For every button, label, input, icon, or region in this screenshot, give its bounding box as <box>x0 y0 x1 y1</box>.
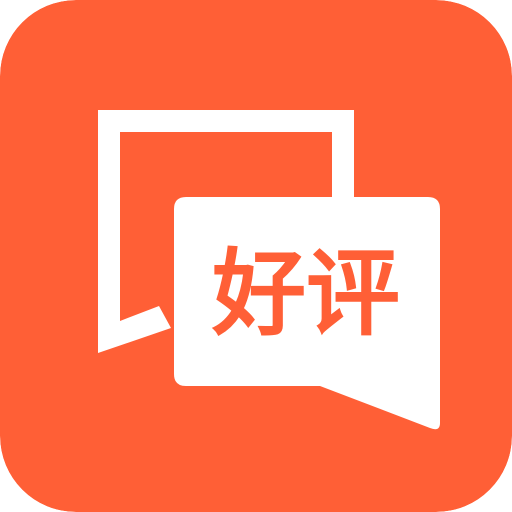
app-icon-label: 好评 <box>211 240 400 349</box>
app-icon[interactable]: 好评 <box>0 0 512 512</box>
review-chat-bubble-icon: 好评 <box>0 0 512 512</box>
